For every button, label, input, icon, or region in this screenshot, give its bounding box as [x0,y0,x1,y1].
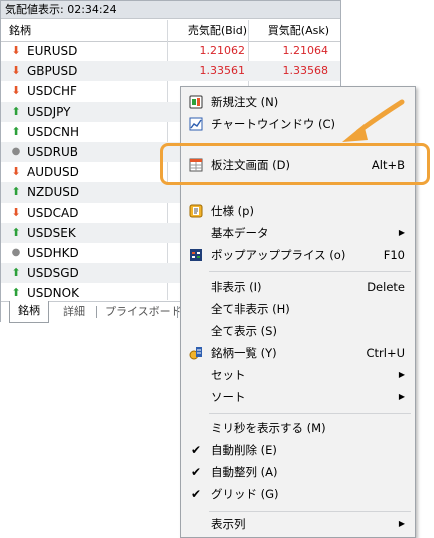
submenu-arrow-icon: ▶ [398,370,405,379]
chart-window-icon [189,117,203,131]
menu-item-basic-data[interactable]: 基本データ ▶ [181,222,415,244]
menu-divider [209,271,411,272]
table-row[interactable]: ⬇ GBPUSD 1.33561 1.33568 [1,61,340,82]
up-arrow-icon: ⬆ [11,124,21,138]
tab-divider [96,306,97,318]
tab-divider [177,306,178,318]
highlight-box [160,143,430,185]
up-arrow-icon: ⬆ [11,225,21,239]
symbol-name: USDJPY [27,104,71,119]
symbol-column-header[interactable]: 銘柄 [9,20,31,41]
menu-item-sort[interactable]: ソート ▶ [181,386,415,408]
symbol-name: NZDUSD [27,185,80,200]
tab-symbols[interactable]: 銘柄 [9,301,49,323]
symbols-icon [189,347,202,360]
ask-price: 1.33568 [282,64,329,78]
menu-item-columns[interactable]: 表示列 ▶ [181,513,415,535]
up-arrow-icon: ⬆ [11,185,21,199]
symbol-name: USDSEK [27,225,76,240]
menu-item-auto-remove[interactable]: ✔ 自動削除 (E) [181,439,415,461]
down-arrow-icon: ⬇ [11,64,21,78]
menu-item-hide[interactable]: 非表示 (I) Delete [181,276,415,298]
checkmark-icon: ✔ [191,443,202,457]
menu-item-hide-all[interactable]: 全て非表示 (H) [181,298,415,320]
menu-item-sets[interactable]: セット ▶ [181,364,415,386]
down-arrow-icon: ⬇ [11,44,21,57]
menu-item-popup-prices[interactable]: ポップアッププライス (o) F10 [181,244,415,266]
symbol-name: USDRUB [27,144,78,159]
menu-divider [209,413,411,414]
bid-column-header[interactable]: 売気配(Bid) [169,20,247,41]
menu-item-grid[interactable]: ✔ グリッド (G) [181,483,415,505]
up-arrow-icon: ⬆ [11,104,21,118]
submenu-arrow-icon: ▶ [398,519,405,528]
down-arrow-icon: ⬇ [11,205,21,219]
bid-price: 1.33561 [199,64,246,78]
tab-details[interactable]: 詳細 [63,302,85,322]
checkmark-icon: ✔ [191,487,202,501]
submenu-arrow-icon: ▶ [398,392,405,401]
ask-column-header[interactable]: 買気配(Ask) [251,20,329,41]
table-row[interactable]: ⬇ EURUSD 1.21062 1.21064 [1,41,340,61]
down-arrow-icon: ⬇ [11,165,21,179]
market-watch-title: 気配値表示: 02:34:24 [1,1,340,19]
checkmark-icon: ✔ [191,465,202,479]
symbol-name: USDHKD [27,245,79,260]
up-arrow-icon: ⬆ [11,266,21,280]
symbol-name: USDCAD [27,205,79,220]
tab-price-board[interactable]: プライスボード [105,302,182,322]
menu-divider [209,511,411,512]
symbol-name: USDCNH [27,124,80,139]
menu-item-auto-arrange[interactable]: ✔ 自動整列 (A) [181,461,415,483]
submenu-arrow-icon: ▶ [398,228,405,237]
menu-item-symbols[interactable]: 銘柄一覧 (Y) Ctrl+U [181,342,415,364]
popup-prices-icon [190,249,202,261]
neutral-dot-icon: ● [11,246,21,258]
symbol-name: USDCHF [27,84,77,99]
symbol-name: USDSGD [27,266,79,281]
ask-price: 1.21064 [282,44,329,57]
pointer-arrow-icon [342,99,405,142]
symbol-name: GBPUSD [27,64,78,79]
down-arrow-icon: ⬇ [11,84,21,98]
bid-price: 1.21062 [199,44,246,57]
column-headers: 銘柄 売気配(Bid) 買気配(Ask) [1,20,340,42]
symbol-name: AUDUSD [27,165,79,180]
neutral-dot-icon: ● [11,145,21,157]
new-order-icon [189,95,203,109]
symbol-name: EURUSD [27,44,78,58]
up-arrow-icon: ⬆ [11,286,21,300]
menu-item-show-milliseconds[interactable]: ミリ秒を表示する (M) [181,417,415,439]
menu-item-show-all[interactable]: 全て表示 (S) [181,320,415,342]
menu-item-specification[interactable]: 仕様 (p) [181,200,415,222]
specification-icon [189,204,203,218]
